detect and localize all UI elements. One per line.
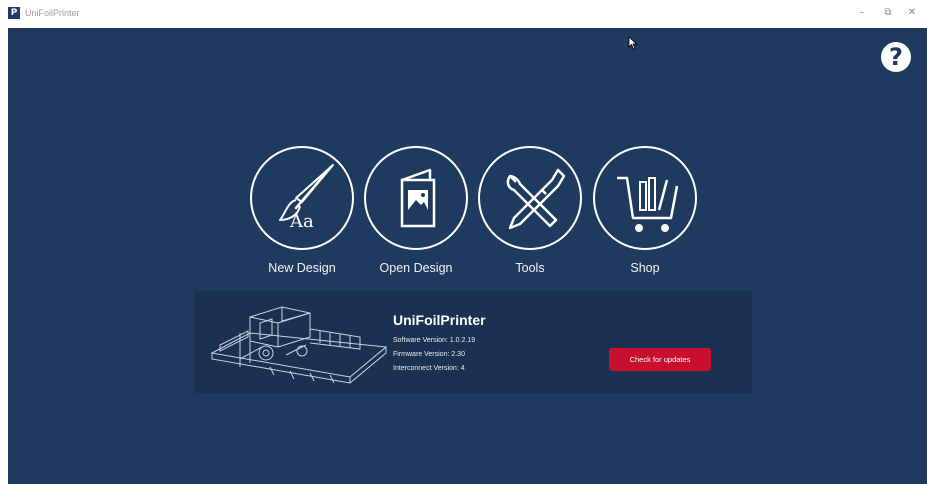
firmware-version: Firmware Version: 2.30 [393,351,465,358]
help-button[interactable]: ? [881,42,911,72]
window-title: UniFoilPrinter [25,8,80,18]
wrench-screwdriver-icon [506,168,566,230]
help-question-icon: ? [889,43,903,71]
app-window: P UniFoilPrinter – ⧉ ✕ ? Aa New Design O… [0,0,927,484]
minimize-button[interactable]: – [855,6,869,20]
title-bar: P UniFoilPrinter – ⧉ ✕ [0,0,927,28]
new-design-button[interactable]: Aa [250,146,354,250]
brush-text-icon: Aa [279,164,334,232]
shop-label: Shop [630,261,660,275]
product-name: UniFoilPrinter [393,312,486,328]
printer-machine-icon [210,306,388,384]
device-info-panel: UniFoilPrinter Software Version: 1.0.2.1… [194,291,752,393]
interconnect-version: Interconnect Version: 4 [393,365,465,372]
app-logo-icon: P [8,7,20,19]
svg-text:Aa: Aa [289,211,314,232]
main-content [8,28,927,484]
shopping-cart-icon [617,176,679,232]
mouse-cursor-icon [628,36,638,50]
check-for-updates-button[interactable]: Check for updates [609,348,711,371]
tools-button[interactable] [478,146,582,250]
close-button[interactable]: ✕ [905,6,919,20]
shop-button[interactable] [593,146,697,250]
open-design-button[interactable] [364,146,468,250]
restore-button[interactable]: ⧉ [881,6,895,20]
open-file-image-icon [400,168,436,228]
software-version: Software Version: 1.0.2.19 [393,337,476,344]
